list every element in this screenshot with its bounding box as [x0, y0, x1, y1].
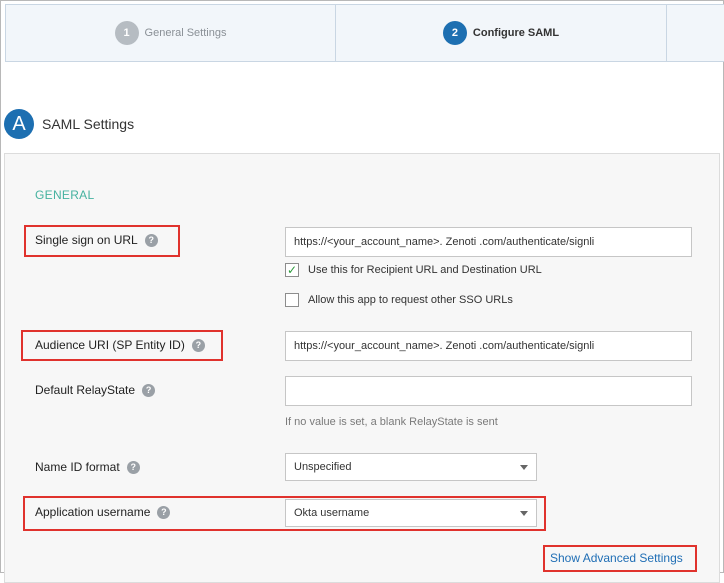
relay-state-hint: If no value is set, a blank RelayState i…: [285, 416, 498, 428]
audience-uri-highlight: [21, 330, 223, 361]
audience-uri-input[interactable]: https://<your_account_name>. Zenoti .com…: [285, 331, 692, 361]
step-number: 1: [114, 21, 139, 45]
recipient-url-checkbox-label: Use this for Recipient URL and Destinati…: [308, 264, 542, 276]
section-title: SAML Settings: [42, 116, 135, 132]
relay-state-label-text: Default RelayState: [35, 383, 136, 397]
step-general-settings[interactable]: 1 General Settings: [6, 5, 336, 61]
allow-sso-option[interactable]: Allow this app to request other SSO URLs: [285, 293, 513, 307]
name-id-format-label-text: Name ID format: [35, 460, 120, 474]
sso-url-highlight: [24, 225, 180, 257]
name-id-format-value: Unspecified: [294, 461, 352, 473]
section-heading: A SAML Settings: [4, 109, 134, 139]
recipient-url-checkbox[interactable]: ✓: [285, 263, 299, 277]
section-letter-badge: A: [4, 109, 34, 139]
step-label: General Settings: [144, 27, 227, 39]
wizard-stepper: 1 General Settings 2 Configure SAML: [5, 4, 724, 62]
relay-state-input[interactable]: [285, 376, 692, 406]
step-configure-saml[interactable]: 2 Configure SAML: [336, 5, 667, 61]
name-id-format-select[interactable]: Unspecified: [285, 453, 537, 481]
general-group-label: GENERAL: [35, 188, 95, 202]
allow-sso-checkbox-label: Allow this app to request other SSO URLs: [308, 294, 513, 306]
chevron-down-icon: [520, 464, 528, 470]
app-username-highlight: [23, 496, 546, 531]
step-label: Configure SAML: [472, 27, 560, 39]
recipient-url-option[interactable]: ✓ Use this for Recipient URL and Destina…: [285, 263, 542, 277]
allow-sso-checkbox[interactable]: [285, 293, 299, 307]
name-id-format-label: Name ID format ?: [35, 460, 140, 474]
sso-url-input[interactable]: https://<your_account_name>. Zenoti .com…: [285, 227, 692, 257]
advanced-settings-highlight: [543, 545, 697, 572]
help-icon[interactable]: ?: [126, 460, 140, 474]
relay-state-label: Default RelayState ?: [35, 383, 156, 397]
help-icon[interactable]: ?: [142, 383, 156, 397]
step-number: 2: [442, 21, 467, 45]
